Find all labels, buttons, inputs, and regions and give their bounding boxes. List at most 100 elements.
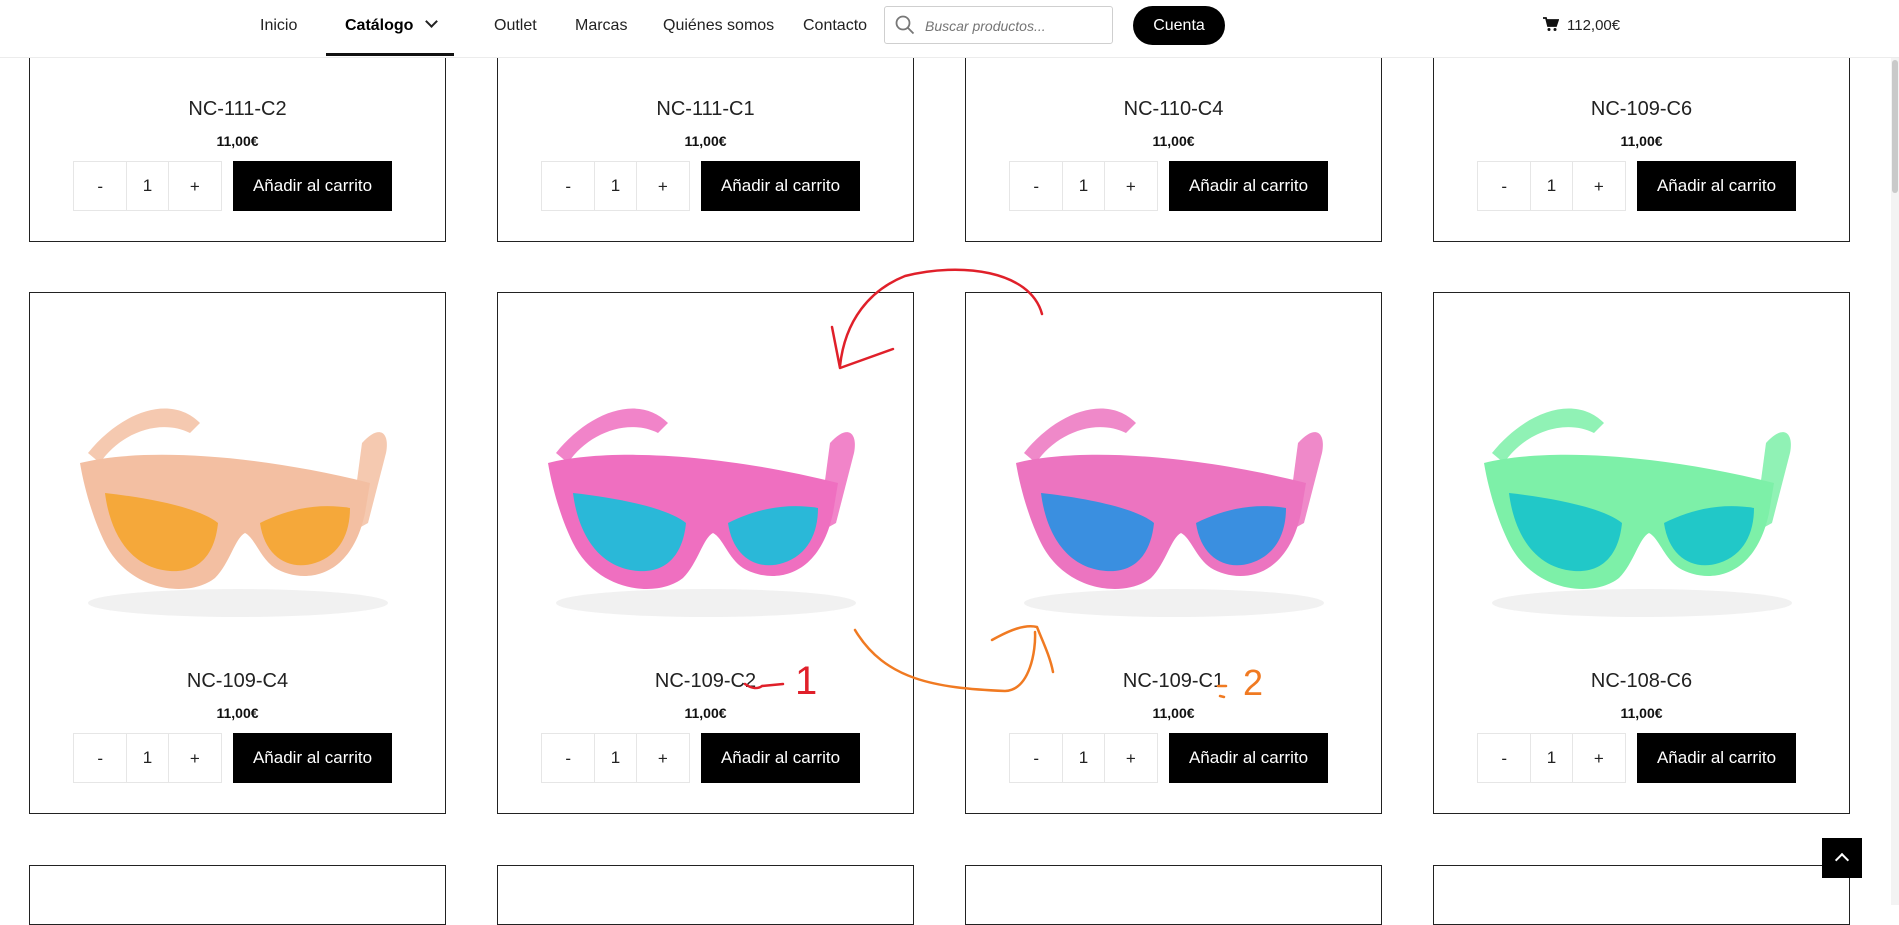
search-box bbox=[884, 6, 1113, 45]
qty-plus-button[interactable]: + bbox=[168, 734, 221, 782]
qty-plus-button[interactable]: + bbox=[168, 162, 221, 210]
qty-value[interactable]: 1 bbox=[594, 734, 637, 782]
qty-minus-button[interactable]: - bbox=[1010, 734, 1063, 782]
cart-total: 112,00€ bbox=[1567, 17, 1621, 34]
product-price: 11,00€ bbox=[216, 705, 259, 721]
add-to-cart-button[interactable]: Añadir al carrito bbox=[701, 161, 860, 211]
product-price: 11,00€ bbox=[1620, 705, 1663, 721]
product-card bbox=[497, 865, 914, 925]
qty-plus-button[interactable]: + bbox=[1104, 734, 1157, 782]
qty-minus-button[interactable]: - bbox=[542, 734, 595, 782]
product-card: NC-109-C2 11,00€ - 1 + Añadir al carrito bbox=[497, 292, 914, 814]
product-card: NC-109-C6 11,00€ - 1 + Añadir al carrito bbox=[1433, 40, 1850, 242]
product-title[interactable]: NC-108-C6 bbox=[1434, 670, 1849, 693]
qty-minus-button[interactable]: - bbox=[1478, 734, 1531, 782]
product-title[interactable]: NC-109-C6 bbox=[1434, 98, 1849, 121]
product-price: 11,00€ bbox=[216, 133, 259, 149]
qty-minus-button[interactable]: - bbox=[1478, 162, 1531, 210]
shadow bbox=[88, 589, 388, 617]
add-to-cart-button[interactable]: Añadir al carrito bbox=[1637, 161, 1796, 211]
temple-left bbox=[556, 408, 668, 463]
nav-catalogo-label: Catálogo bbox=[345, 17, 414, 34]
sunglasses-image[interactable] bbox=[50, 333, 427, 633]
scrollbar-thumb[interactable] bbox=[1892, 60, 1898, 193]
qty-minus-button[interactable]: - bbox=[1010, 162, 1063, 210]
nav-active-underline bbox=[326, 53, 454, 56]
qty-value[interactable]: 1 bbox=[1530, 162, 1573, 210]
add-to-cart-button[interactable]: Añadir al carrito bbox=[233, 733, 392, 783]
product-title[interactable]: NC-109-C2 bbox=[498, 670, 913, 693]
qty-plus-button[interactable]: + bbox=[1572, 734, 1625, 782]
add-to-cart-button[interactable]: Añadir al carrito bbox=[1169, 161, 1328, 211]
product-price: 11,00€ bbox=[1620, 133, 1663, 149]
nav-marcas[interactable]: Marcas bbox=[575, 0, 627, 52]
quantity-stepper: - 1 + bbox=[541, 161, 690, 211]
sunglasses-image[interactable] bbox=[518, 333, 895, 633]
nav-quienes-somos[interactable]: Quiénes somos bbox=[663, 0, 774, 52]
chevron-down-icon bbox=[425, 15, 439, 28]
product-card bbox=[1433, 865, 1850, 925]
qty-plus-button[interactable]: + bbox=[1104, 162, 1157, 210]
quantity-stepper: - 1 + bbox=[1009, 733, 1158, 783]
product-title[interactable]: NC-111-C1 bbox=[498, 98, 913, 121]
product-title[interactable]: NC-109-C4 bbox=[30, 670, 445, 693]
search-input[interactable] bbox=[923, 7, 1112, 45]
product-title[interactable]: NC-110-C4 bbox=[966, 98, 1381, 121]
account-button[interactable]: Cuenta bbox=[1133, 6, 1225, 45]
sunglasses-image[interactable] bbox=[986, 333, 1363, 633]
quantity-stepper: - 1 + bbox=[541, 733, 690, 783]
temple-left bbox=[1492, 408, 1604, 463]
qty-minus-button[interactable]: - bbox=[74, 162, 127, 210]
quantity-stepper: - 1 + bbox=[1477, 733, 1626, 783]
nav-inicio[interactable]: Inicio bbox=[260, 0, 297, 52]
nav-contacto[interactable]: Contacto bbox=[803, 0, 867, 52]
sunglasses-image[interactable] bbox=[1454, 333, 1831, 633]
product-card: NC-111-C2 11,00€ - 1 + Añadir al carrito bbox=[29, 40, 446, 242]
temple-left bbox=[88, 408, 200, 463]
search-icon bbox=[895, 15, 915, 35]
shadow bbox=[556, 589, 856, 617]
qty-minus-button[interactable]: - bbox=[74, 734, 127, 782]
add-to-cart-button[interactable]: Añadir al carrito bbox=[701, 733, 860, 783]
temple-left bbox=[1024, 408, 1136, 463]
product-price: 11,00€ bbox=[1152, 133, 1195, 149]
nav-catalogo[interactable]: Catálogo bbox=[345, 0, 439, 52]
product-price: 11,00€ bbox=[1152, 705, 1195, 721]
product-card: NC-110-C4 11,00€ - 1 + Añadir al carrito bbox=[965, 40, 1382, 242]
qty-minus-button[interactable]: - bbox=[542, 162, 595, 210]
add-to-cart-button[interactable]: Añadir al carrito bbox=[1637, 733, 1796, 783]
add-to-cart-button[interactable]: Añadir al carrito bbox=[233, 161, 392, 211]
qty-value[interactable]: 1 bbox=[126, 734, 169, 782]
qty-value[interactable]: 1 bbox=[1530, 734, 1573, 782]
product-card: NC-109-C4 11,00€ - 1 + Añadir al carrito bbox=[29, 292, 446, 814]
product-title[interactable]: NC-111-C2 bbox=[30, 98, 445, 121]
qty-plus-button[interactable]: + bbox=[636, 162, 689, 210]
product-price: 11,00€ bbox=[684, 705, 727, 721]
product-price: 11,00€ bbox=[684, 133, 727, 149]
site-header: Inicio Catálogo Outlet Marcas Quiénes so… bbox=[0, 0, 1899, 58]
product-card: NC-111-C1 11,00€ - 1 + Añadir al carrito bbox=[497, 40, 914, 242]
product-card: NC-108-C6 11,00€ - 1 + Añadir al carrito bbox=[1433, 292, 1850, 814]
quantity-stepper: - 1 + bbox=[1477, 161, 1626, 211]
quantity-stepper: - 1 + bbox=[73, 733, 222, 783]
qty-plus-button[interactable]: + bbox=[1572, 162, 1625, 210]
quantity-stepper: - 1 + bbox=[73, 161, 222, 211]
product-card bbox=[965, 865, 1382, 925]
qty-value[interactable]: 1 bbox=[594, 162, 637, 210]
quantity-stepper: - 1 + bbox=[1009, 161, 1158, 211]
chevron-up-icon bbox=[1834, 852, 1850, 868]
qty-value[interactable]: 1 bbox=[1062, 734, 1105, 782]
shadow bbox=[1024, 589, 1324, 617]
nav-outlet[interactable]: Outlet bbox=[494, 0, 537, 52]
add-to-cart-button[interactable]: Añadir al carrito bbox=[1169, 733, 1328, 783]
qty-value[interactable]: 1 bbox=[1062, 162, 1105, 210]
cart-icon bbox=[1543, 16, 1560, 31]
product-title[interactable]: NC-109-C1 bbox=[966, 670, 1381, 693]
cart-link[interactable]: 112,00€ bbox=[1543, 0, 1620, 52]
product-card: NC-109-C1 11,00€ - 1 + Añadir al carrito bbox=[965, 292, 1382, 814]
back-to-top-button[interactable] bbox=[1822, 838, 1862, 878]
qty-plus-button[interactable]: + bbox=[636, 734, 689, 782]
product-card bbox=[29, 865, 446, 925]
shadow bbox=[1492, 589, 1792, 617]
qty-value[interactable]: 1 bbox=[126, 162, 169, 210]
